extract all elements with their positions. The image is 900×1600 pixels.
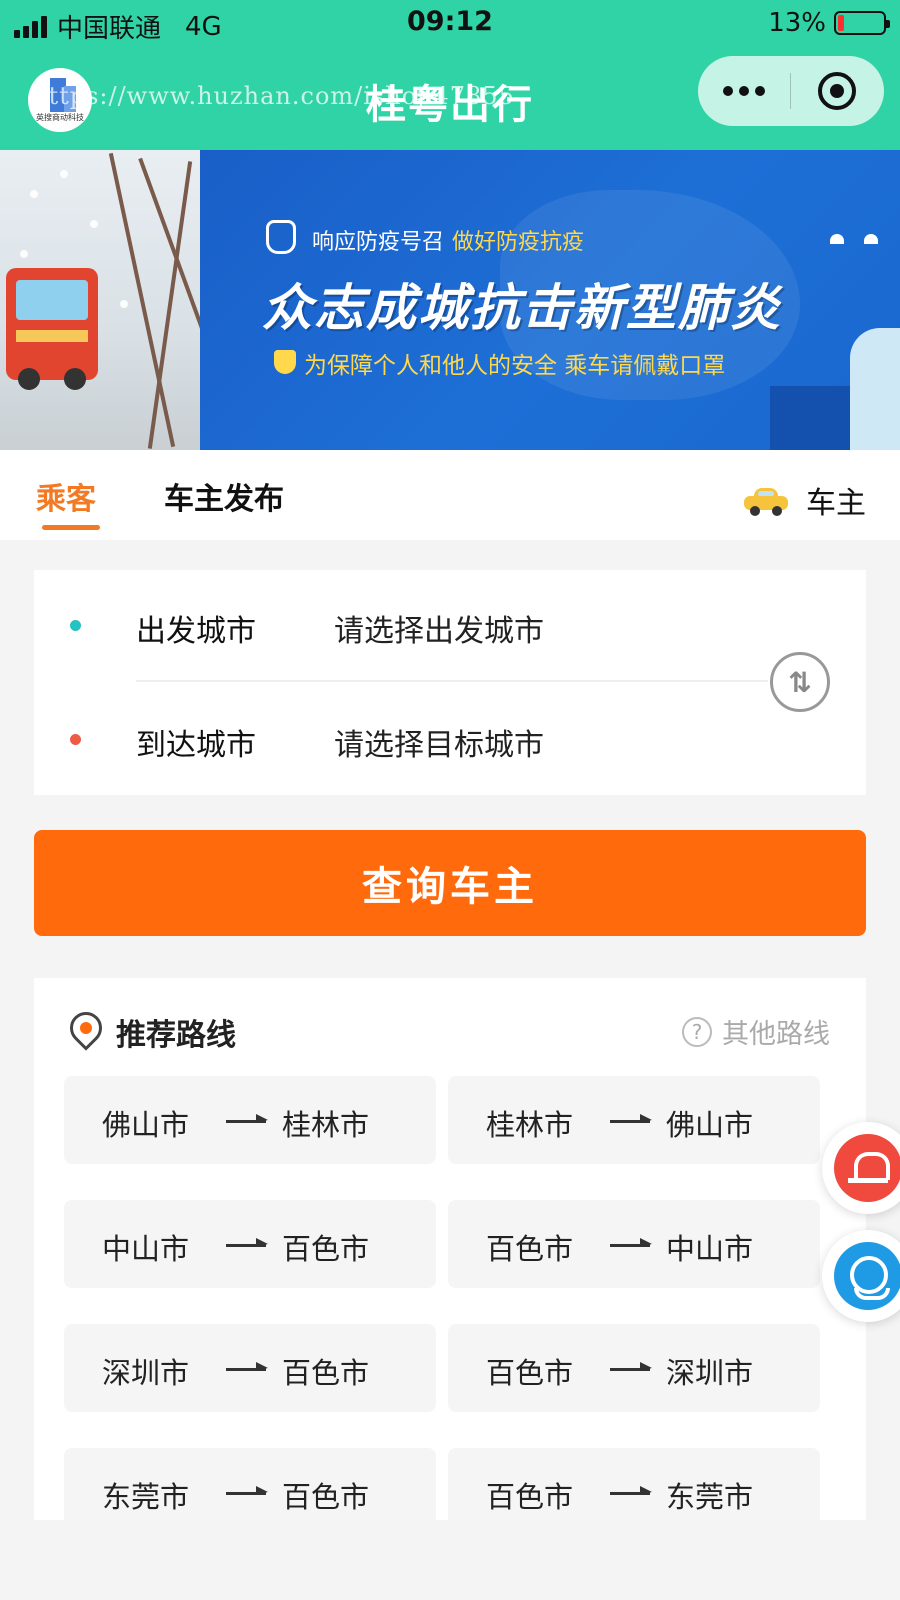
- banner-campaign: 响应防疫号召 做好防疫抗疫 众志成城抗击新型肺炎 为保障个人和他人的安全 乘车请佩…: [200, 150, 900, 450]
- route-from: 佛山市: [102, 1108, 190, 1142]
- route-to: 深圳市: [666, 1356, 754, 1390]
- route-to: 桂林市: [282, 1108, 370, 1142]
- promo-banner[interactable]: 响应防疫号召 做好防疫抗疫 众志成城抗击新型肺炎 为保障个人和他人的安全 乘车请佩…: [0, 150, 900, 450]
- route-item[interactable]: 桂林市 佛山市: [448, 1076, 820, 1164]
- owner-entry[interactable]: 车主: [744, 478, 866, 522]
- shield-icon: [274, 350, 296, 374]
- more-dots-icon[interactable]: [698, 56, 790, 126]
- tab-active-indicator: [42, 525, 100, 530]
- banner-title: 众志成城抗击新型肺炎: [262, 279, 782, 337]
- route-from: 桂林市: [486, 1108, 574, 1142]
- customer-service-icon: [834, 1242, 900, 1310]
- owner-label: 车主: [806, 486, 866, 521]
- route-to: 百色市: [282, 1356, 370, 1390]
- city-divider: [136, 680, 768, 682]
- swap-icon[interactable]: ⇅: [770, 652, 830, 712]
- route-item[interactable]: 中山市 百色市: [64, 1200, 436, 1288]
- other-routes-link[interactable]: ? 其他路线: [682, 1012, 830, 1051]
- route-to: 百色市: [282, 1480, 370, 1514]
- route-from: 中山市: [102, 1232, 190, 1266]
- fist-icon: [266, 220, 296, 254]
- battery-icon: [834, 11, 890, 35]
- route-from: 百色市: [486, 1232, 574, 1266]
- search-driver-button[interactable]: 查询车主: [34, 830, 866, 936]
- status-time: 09:12: [407, 6, 493, 37]
- tab-bar: 乘客 车主发布 车主: [0, 450, 900, 540]
- battery-percent: 13%: [768, 8, 826, 38]
- car-icon: [744, 486, 788, 516]
- status-right: 13%: [768, 8, 890, 38]
- arrow-right-icon: [226, 1114, 268, 1123]
- route-to: 佛山市: [666, 1108, 754, 1142]
- location-pin-icon: [63, 1005, 109, 1051]
- from-dot-icon: [70, 620, 81, 631]
- arrow-right-icon: [610, 1362, 652, 1371]
- question-icon: ?: [682, 1016, 712, 1047]
- route-item[interactable]: 佛山市 桂林市: [64, 1076, 436, 1164]
- route-from: 深圳市: [102, 1356, 190, 1390]
- recommended-routes: 推荐路线 ? 其他路线 佛山市 桂林市 桂林市 佛山市 中山市 百色市 百色市 …: [34, 978, 866, 1520]
- banner-illustration: [0, 150, 238, 450]
- doctor-illustration: [850, 328, 900, 450]
- to-city-label: 到达城市: [136, 728, 256, 763]
- from-city-label: 出发城市: [136, 614, 256, 649]
- app-header: 中国联通 4G 09:12 13% 英搜商动科技 桂粤出行 https://ww…: [0, 0, 900, 150]
- to-dot-icon: [70, 734, 81, 745]
- route-item[interactable]: 百色市 东莞市: [448, 1448, 820, 1520]
- from-city-picker[interactable]: 请选择出发城市: [334, 606, 544, 650]
- tab-passenger[interactable]: 乘客: [36, 474, 96, 518]
- banner-slogan-highlight: 做好防疫抗疫: [452, 230, 585, 255]
- route-item[interactable]: 深圳市 百色市: [64, 1324, 436, 1412]
- arrow-right-icon: [610, 1486, 652, 1495]
- banner-notice: 为保障个人和他人的安全 乘车请佩戴口罩: [304, 353, 726, 379]
- status-bar: 中国联通 4G 09:12 13%: [0, 0, 900, 46]
- arrow-right-icon: [226, 1238, 268, 1247]
- route-to: 百色市: [282, 1232, 370, 1266]
- route-item[interactable]: 百色市 深圳市: [448, 1324, 820, 1412]
- arrow-right-icon: [226, 1486, 268, 1495]
- arrow-right-icon: [610, 1114, 652, 1123]
- routes-title: 推荐路线: [116, 1018, 236, 1053]
- to-city-picker[interactable]: 请选择目标城市: [334, 720, 544, 764]
- banner-slogan-text: 响应防疫号召: [312, 230, 445, 255]
- alarm-icon: [834, 1134, 900, 1202]
- route-to: 中山市: [666, 1232, 754, 1266]
- battery-fill: [838, 15, 844, 31]
- bus-illustration: [6, 268, 98, 390]
- route-from: 东莞市: [102, 1480, 190, 1514]
- other-routes-label: 其他路线: [722, 1019, 830, 1050]
- watermark-text: https://www.huzhan.com/ishop47855: [32, 82, 515, 110]
- miniprogram-capsule: [698, 56, 884, 126]
- arrow-right-icon: [610, 1238, 652, 1247]
- banner-slogan: 响应防疫号召 做好防疫抗疫: [312, 224, 584, 256]
- arrow-right-icon: [226, 1362, 268, 1371]
- route-to: 东莞市: [666, 1480, 754, 1514]
- route-item[interactable]: 东莞市 百色市: [64, 1448, 436, 1520]
- route-from: 百色市: [486, 1480, 574, 1514]
- target-close-icon[interactable]: [791, 56, 883, 126]
- tab-owner-publish[interactable]: 车主发布: [164, 474, 284, 518]
- nav-bar: 英搜商动科技 桂粤出行 https://www.huzhan.com/ishop…: [0, 50, 900, 150]
- city-selector: 出发城市 请选择出发城市 到达城市 请选择目标城市 ⇅: [34, 570, 866, 795]
- route-from: 百色市: [486, 1356, 574, 1390]
- route-item[interactable]: 百色市 中山市: [448, 1200, 820, 1288]
